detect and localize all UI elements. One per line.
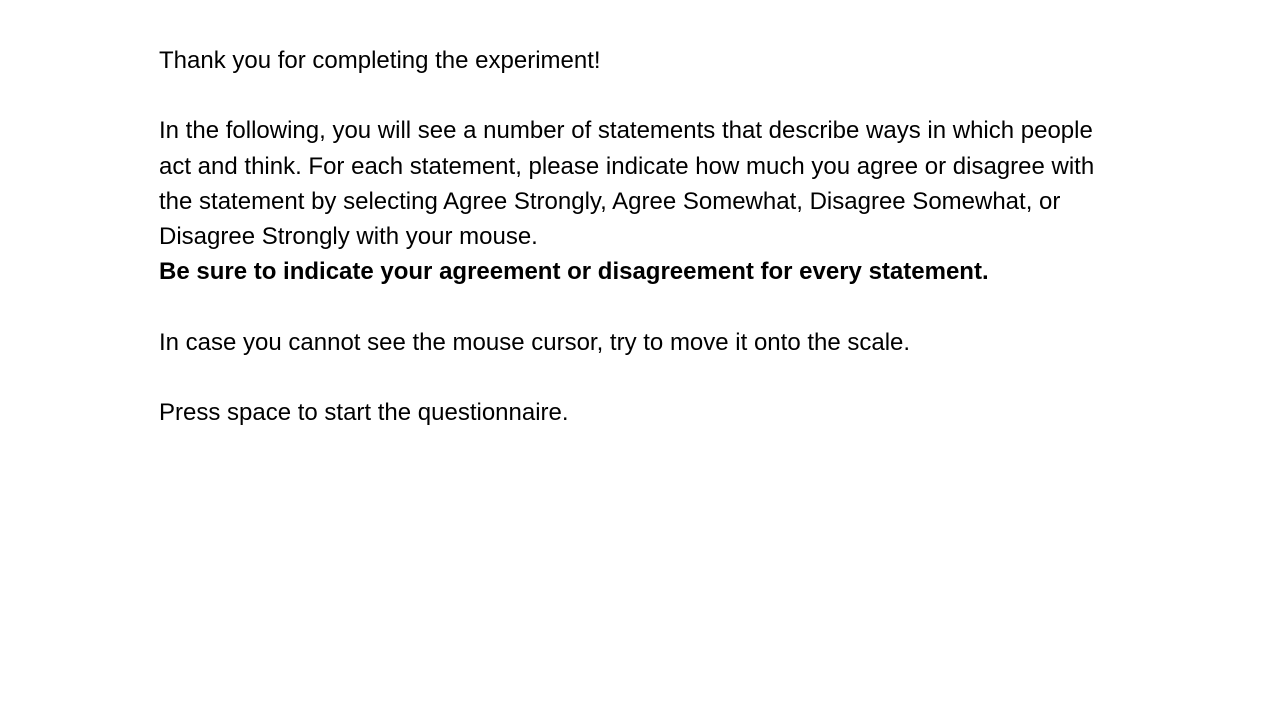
instruction-text-block: Thank you for completing the experiment!… (159, 43, 1119, 430)
emphasis-instruction: Be sure to indicate your agreement or di… (159, 258, 989, 286)
instruction-screen: Thank you for completing the experiment!… (0, 0, 1280, 720)
thanks-message: Thank you for completing the experiment! (159, 47, 601, 74)
questionnaire-description: In the following, you will see a number … (159, 117, 1095, 250)
start-prompt: Press space to start the questionnaire. (159, 398, 569, 426)
cursor-hint: In case you cannot see the mouse cursor,… (159, 328, 911, 356)
